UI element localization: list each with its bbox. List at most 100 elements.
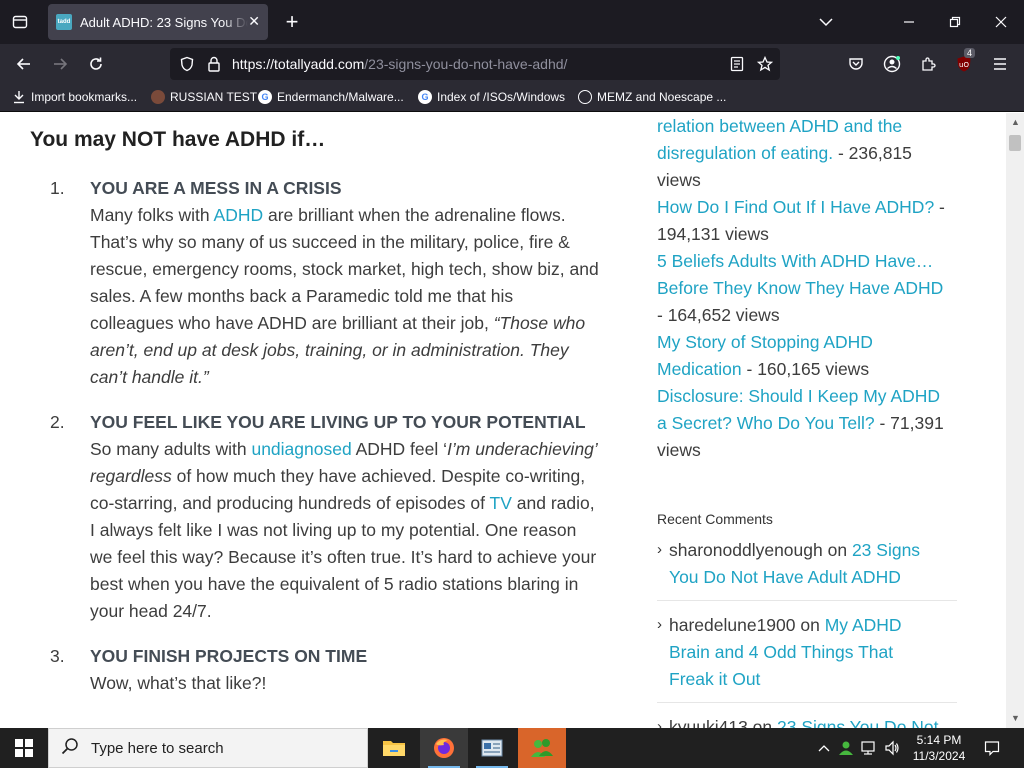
- file-explorer-icon[interactable]: [370, 728, 418, 768]
- new-tab-plus-icon[interactable]: +: [278, 8, 306, 36]
- bookmark-memz[interactable]: MEMZ and Noescape ...: [578, 90, 726, 104]
- text-segment: on: [822, 540, 852, 560]
- text-segment: - 71,391: [874, 413, 944, 433]
- inline-link[interactable]: disregulation of eating.: [657, 143, 833, 163]
- page-scrollbar[interactable]: ▲ ▼: [1006, 113, 1024, 728]
- volume-icon[interactable]: [882, 738, 902, 758]
- inline-link[interactable]: Disclosure: Should I Keep My ADHD: [657, 386, 940, 406]
- bookmark-star-icon[interactable]: [754, 53, 776, 75]
- body-line: can’t handle it.”: [90, 364, 630, 391]
- inline-link[interactable]: Medication: [657, 359, 742, 379]
- text-segment: ADHD feel ‘: [351, 439, 448, 459]
- restore-icon[interactable]: [941, 8, 969, 36]
- people-app-icon[interactable]: [518, 728, 566, 768]
- network-icon[interactable]: [860, 738, 880, 758]
- account-icon[interactable]: [878, 50, 906, 78]
- inline-link[interactable]: Before They Know They Have ADHD: [657, 278, 943, 298]
- ublock-origin-icon[interactable]: uO 4: [950, 48, 978, 78]
- text-segment: haredelune1900: [669, 615, 796, 635]
- close-window-icon[interactable]: [987, 8, 1015, 36]
- text-segment: we feel this way? Because it’s often tru…: [90, 547, 597, 567]
- article-heading: You may NOT have ADHD if…: [30, 128, 326, 151]
- list-item-title: YOU ARE A MESS IN A CRISIS: [90, 178, 342, 198]
- clock-time: 5:14 PM: [916, 733, 962, 747]
- list-number: 3.: [50, 646, 65, 666]
- chevron-up-icon[interactable]: [814, 738, 834, 758]
- inline-link[interactable]: Freak it Out: [669, 669, 760, 689]
- bookmarks-toolbar: Import bookmarks... RUSSIAN TEST G Ender…: [0, 84, 1024, 112]
- url-text[interactable]: https://totallyadd.com/23-signs-you-do-n…: [232, 56, 567, 72]
- google-icon: G: [258, 90, 272, 104]
- text-segment: are brilliant when the adrenaline flows.: [263, 205, 566, 225]
- hamburger-menu-icon[interactable]: [986, 50, 1014, 78]
- chevron-right-icon: ›: [657, 541, 662, 558]
- list-item-body: Many folks with ADHD are brilliant when …: [90, 202, 630, 391]
- text-segment: and radio,: [511, 493, 595, 513]
- comment-line: Brain and 4 Odd Things That: [669, 639, 893, 666]
- user-status-icon[interactable]: [836, 738, 856, 758]
- list-item-body: Wow, what’s that like?!: [90, 670, 630, 697]
- scroll-up-arrow-icon[interactable]: ▲: [1011, 117, 1020, 127]
- back-arrow-icon[interactable]: [10, 50, 38, 78]
- system-clock[interactable]: 5:14 PM 11/3/2024: [904, 732, 974, 764]
- news-app-icon[interactable]: [468, 728, 516, 768]
- windows-start-icon[interactable]: [0, 728, 48, 768]
- forward-arrow-icon[interactable]: [46, 50, 74, 78]
- browser-tab-active[interactable]: tadd Adult ADHD: 23 Signs You Do Not Hav…: [48, 4, 268, 40]
- inline-link[interactable]: My ADHD: [825, 615, 902, 635]
- firefox-taskbar-icon[interactable]: [420, 728, 468, 768]
- inline-link[interactable]: My Story of Stopping ADHD: [657, 332, 873, 352]
- body-line: regardless of how much they have achieve…: [90, 463, 630, 490]
- scroll-thumb[interactable]: [1009, 135, 1021, 151]
- inline-link[interactable]: You Do Not Have Adult ADHD: [669, 567, 901, 587]
- body-line: So many adults with undiagnosed ADHD fee…: [90, 436, 630, 463]
- bookmark-isos[interactable]: G Index of /ISOs/Windows: [418, 90, 565, 104]
- bookmark-import[interactable]: Import bookmarks...: [12, 90, 137, 104]
- text-segment: I always felt like I was not living up t…: [90, 520, 577, 540]
- inline-link[interactable]: 5 Beliefs Adults With ADHD Have…: [657, 251, 933, 271]
- lock-icon[interactable]: [203, 53, 225, 75]
- globe-icon: [578, 90, 592, 104]
- bookmark-label: MEMZ and Noescape ...: [597, 90, 727, 104]
- inline-link[interactable]: TV: [490, 493, 512, 513]
- inline-link[interactable]: 23 Signs You Do Not: [777, 717, 939, 728]
- inline-link[interactable]: a Secret? Who Do You Tell?: [657, 413, 875, 433]
- text-segment: on: [795, 615, 825, 635]
- bookmark-endermanch[interactable]: G Endermanch/Malware...: [258, 90, 404, 104]
- inline-link[interactable]: ADHD: [214, 205, 264, 225]
- text-segment: can’t handle it.”: [90, 367, 209, 387]
- comment-line: haredelune1900 on My ADHD: [669, 612, 902, 639]
- scroll-down-arrow-icon[interactable]: ▼: [1011, 713, 1020, 723]
- notification-center-icon[interactable]: [982, 738, 1002, 758]
- body-line: we feel this way? Because it’s often tru…: [90, 544, 630, 571]
- popular-post-line: disregulation of eating. - 236,815: [657, 140, 912, 167]
- body-line: best when you have the equivalent of 5 r…: [90, 571, 630, 598]
- reload-icon[interactable]: [82, 50, 110, 78]
- inline-link[interactable]: Brain and 4 Odd Things That: [669, 642, 893, 662]
- text-segment: on: [747, 717, 778, 728]
- inline-link[interactable]: relation between ADHD and the: [657, 116, 902, 136]
- minimize-icon[interactable]: [895, 8, 923, 36]
- inline-link[interactable]: 23 Signs: [852, 540, 920, 560]
- inline-link[interactable]: How Do I Find Out If I Have ADHD?: [657, 197, 934, 217]
- shield-tracking-protection-icon[interactable]: [176, 53, 198, 75]
- windows-taskbar: Type here to search 5:14 PM 11/3/2024: [0, 728, 1024, 768]
- text-segment: “Those who: [493, 313, 586, 333]
- list-all-tabs-chevron-icon[interactable]: [812, 8, 840, 36]
- reader-view-icon[interactable]: [726, 53, 748, 75]
- bookmark-russian-test[interactable]: RUSSIAN TEST: [151, 90, 257, 104]
- taskbar-search-box[interactable]: Type here to search: [48, 728, 368, 768]
- extensions-puzzle-icon[interactable]: [914, 50, 942, 78]
- browser-tab-bar: tadd Adult ADHD: 23 Signs You Do Not Hav…: [0, 0, 1024, 44]
- text-segment: Wow, what’s that like?!: [90, 673, 267, 693]
- pocket-icon[interactable]: [842, 50, 870, 78]
- firefox-view-icon[interactable]: [6, 8, 34, 36]
- body-line: Many folks with ADHD are brilliant when …: [90, 202, 630, 229]
- url-bar[interactable]: https://totallyadd.com/23-signs-you-do-n…: [170, 48, 780, 80]
- text-segment: I’m underachieving’: [447, 439, 598, 459]
- text-segment: regardless: [90, 466, 172, 486]
- text-segment: rescue, emergency rooms, stock market, h…: [90, 259, 599, 279]
- inline-link[interactable]: undiagnosed: [251, 439, 351, 459]
- tab-close-icon[interactable]: ✕: [248, 13, 260, 30]
- popular-post-line: 5 Beliefs Adults With ADHD Have…: [657, 248, 933, 275]
